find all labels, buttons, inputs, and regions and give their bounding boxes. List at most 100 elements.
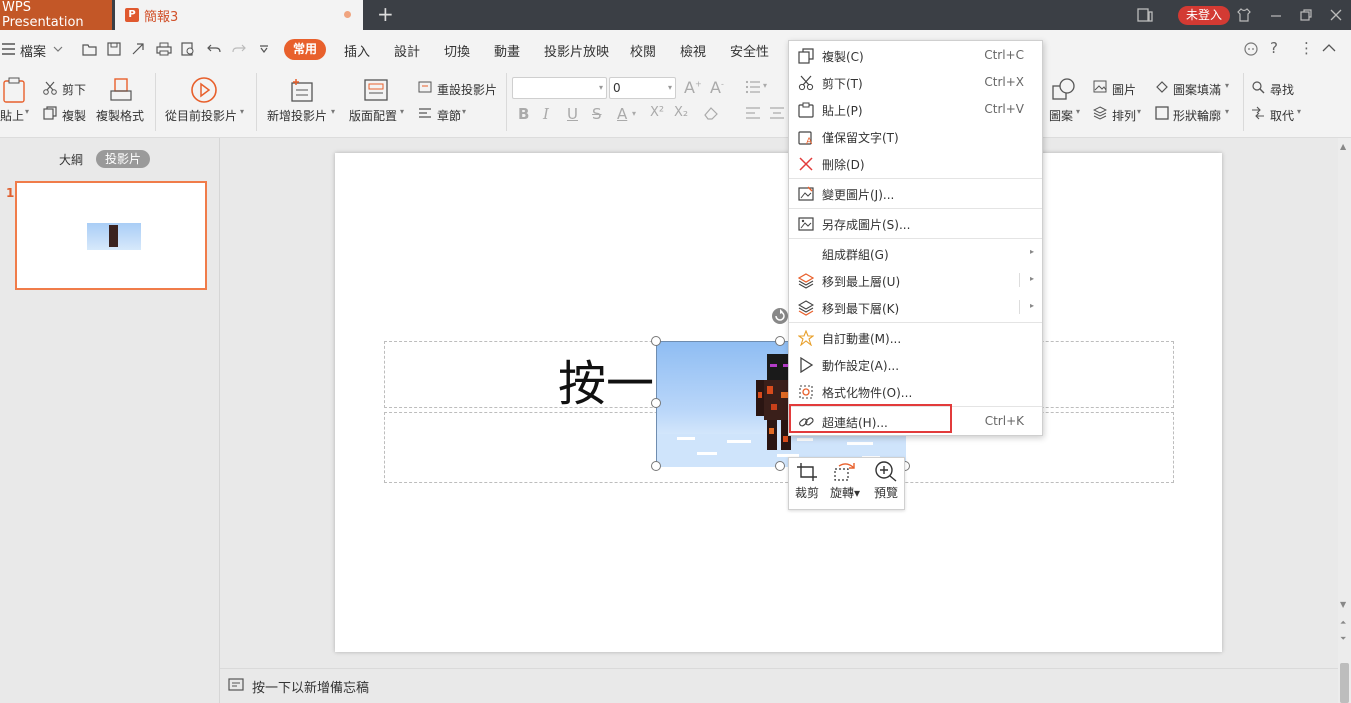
replace-button[interactable]: 取代 — [1270, 107, 1294, 124]
format-painter-icon[interactable] — [109, 77, 133, 103]
shape-fill-button[interactable]: 圖案填滿 — [1173, 81, 1221, 98]
previous-slide-icon[interactable]: ⏶ — [1340, 618, 1346, 628]
fill-dropdown-icon[interactable]: ▾ — [1225, 81, 1229, 90]
document-tab[interactable]: P 簡報3 — [115, 0, 363, 30]
context-change-picture[interactable]: 變更圖片(J)... — [789, 180, 1042, 207]
strikethrough-icon[interactable]: S — [592, 105, 602, 123]
layout-icon[interactable] — [362, 77, 390, 103]
bold-icon[interactable]: B — [518, 105, 529, 123]
submenu-arrow-icon[interactable]: ▸ — [1030, 274, 1034, 283]
reset-slide-button[interactable]: 重設投影片 — [437, 81, 497, 98]
play-from-current-icon[interactable] — [190, 76, 218, 104]
bullet-dropdown-icon[interactable]: ▾ — [763, 81, 767, 90]
resize-handle-top-left[interactable] — [651, 336, 661, 346]
new-slide-button[interactable]: 新增投影片 — [267, 107, 327, 124]
menu-security-tab[interactable]: 安全性 — [730, 41, 769, 60]
align-left-icon[interactable] — [745, 106, 761, 120]
notes-placeholder[interactable]: 按一下以新增備忘稿 — [252, 677, 369, 696]
help-icon[interactable]: ? — [1270, 39, 1278, 57]
bullet-list-icon[interactable] — [745, 80, 761, 94]
layout-dropdown-icon[interactable]: ▾ — [400, 107, 404, 116]
picture-button[interactable]: 圖片 — [1112, 81, 1136, 98]
menu-home-tab[interactable]: 常用 — [284, 39, 327, 60]
print-preview-icon[interactable] — [181, 42, 195, 56]
context-save-as-picture[interactable]: 另存成圖片(S)... — [789, 210, 1042, 237]
context-group[interactable]: 組成群組(G) ▸ — [789, 240, 1042, 267]
paste-dropdown-icon[interactable]: ▾ — [25, 107, 29, 116]
eraser-icon[interactable] — [703, 106, 719, 120]
subscript-icon[interactable]: X₂ — [674, 105, 688, 120]
paste-icon[interactable] — [2, 77, 26, 103]
context-copy[interactable]: 複製(C) Ctrl+C — [789, 42, 1042, 69]
section-button[interactable]: 章節 — [437, 107, 461, 124]
menu-view-tab[interactable]: 檢視 — [680, 41, 706, 60]
play-dropdown-icon[interactable]: ▾ — [240, 107, 244, 116]
submenu-arrow-icon[interactable]: ▸ — [1030, 301, 1034, 310]
context-custom-animation[interactable]: 自訂動畫(M)... — [789, 324, 1042, 351]
export-icon[interactable] — [131, 42, 145, 56]
close-icon[interactable] — [1329, 8, 1343, 22]
new-slide-dropdown-icon[interactable]: ▾ — [331, 107, 335, 116]
find-button[interactable]: 尋找 — [1270, 81, 1294, 98]
rotate-button[interactable]: 旋轉▾ — [827, 460, 863, 501]
restore-icon[interactable] — [1299, 8, 1313, 22]
arrange-button[interactable]: 排列 — [1112, 107, 1136, 124]
menu-animation-tab[interactable]: 動畫 — [494, 41, 520, 60]
scroll-thumb[interactable] — [1340, 663, 1349, 703]
scroll-up-icon[interactable]: ▲ — [1340, 142, 1346, 151]
outline-dropdown-icon[interactable]: ▾ — [1225, 107, 1229, 116]
menu-file[interactable]: 檔案 — [20, 41, 46, 60]
save-icon[interactable] — [107, 42, 121, 56]
slides-tab[interactable]: 投影片 — [96, 150, 151, 168]
context-format-object[interactable]: 格式化物件(O)... — [789, 378, 1042, 405]
preview-button[interactable]: 預覽 — [868, 460, 904, 501]
context-action-settings[interactable]: 動作設定(A)... — [789, 351, 1042, 378]
collapse-ribbon-icon[interactable] — [1322, 43, 1336, 53]
crop-button[interactable]: 裁剪 — [789, 460, 825, 501]
resize-handle-bottom[interactable] — [775, 461, 785, 471]
redo-icon[interactable] — [232, 42, 246, 56]
copy-button[interactable]: 複製 — [62, 107, 86, 124]
context-delete[interactable]: 刪除(D) — [789, 150, 1042, 177]
italic-icon[interactable]: I — [543, 105, 549, 123]
underline-icon[interactable]: U — [567, 105, 578, 123]
font-color-dropdown-icon[interactable]: ▾ — [632, 109, 636, 118]
hamburger-menu-icon[interactable] — [2, 43, 16, 55]
menu-transition-tab[interactable]: 切換 — [444, 41, 470, 60]
shape-outline-button[interactable]: 形狀輪廓 — [1173, 107, 1221, 124]
more-options-icon[interactable]: ⋮ — [1299, 39, 1314, 57]
menu-design-tab[interactable]: 設計 — [394, 41, 420, 60]
font-size-select[interactable]: 0 ▾ — [609, 77, 676, 99]
play-from-current-button[interactable]: 從目前投影片 — [165, 107, 237, 124]
app-tab[interactable]: WPS Presentation — [0, 0, 112, 30]
section-dropdown-icon[interactable]: ▾ — [462, 107, 466, 116]
resize-handle-left[interactable] — [651, 398, 661, 408]
slide-title-text[interactable]: 按一 — [558, 344, 654, 414]
font-color-icon[interactable]: A — [617, 105, 627, 123]
minimize-icon[interactable] — [1269, 8, 1283, 22]
font-family-select[interactable]: ▾ — [512, 77, 607, 99]
rotate-handle-icon[interactable] — [771, 307, 789, 325]
context-cut[interactable]: 剪下(T) Ctrl+X — [789, 69, 1042, 96]
decrease-font-size-icon[interactable]: A- — [710, 78, 724, 97]
increase-font-size-icon[interactable]: A+ — [684, 78, 702, 97]
chat-icon[interactable] — [1243, 41, 1259, 57]
shape-icon[interactable] — [1051, 77, 1077, 101]
vertical-scrollbar[interactable]: ▲ ▼ ⏶ ⏷ — [1338, 138, 1351, 703]
context-bring-to-front[interactable]: 移到最上層(U) ▸ — [789, 267, 1042, 294]
resize-handle-top[interactable] — [775, 336, 785, 346]
new-tab-plus-icon[interactable]: + — [377, 4, 394, 24]
cut-button[interactable]: 剪下 — [62, 81, 86, 98]
layout-button[interactable]: 版面配置 — [349, 107, 397, 124]
outline-tab[interactable]: 大綱 — [59, 151, 83, 168]
print-icon[interactable] — [156, 42, 172, 56]
superscript-icon[interactable]: X² — [650, 105, 664, 120]
context-send-to-back[interactable]: 移到最下層(K) ▸ — [789, 294, 1042, 321]
arrange-dropdown-icon[interactable]: ▾ — [1137, 107, 1141, 116]
open-folder-icon[interactable] — [82, 42, 98, 56]
scroll-down-icon[interactable]: ▼ — [1340, 600, 1346, 609]
new-slide-icon[interactable] — [288, 77, 316, 103]
context-paste[interactable]: 貼上(P) Ctrl+V — [789, 96, 1042, 123]
customize-dropdown-icon[interactable] — [259, 45, 269, 53]
login-button[interactable]: 未登入 — [1178, 6, 1231, 25]
